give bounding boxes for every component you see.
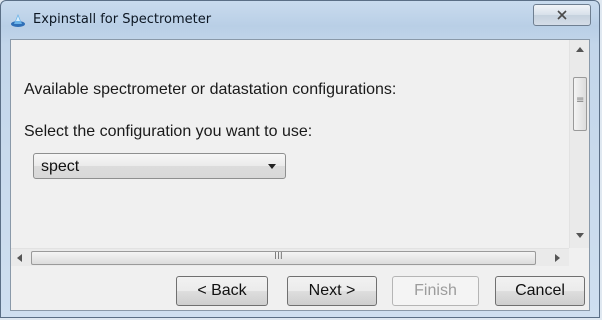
- close-button[interactable]: [533, 4, 591, 26]
- horizontal-scrollbar[interactable]: III: [11, 248, 569, 266]
- back-button[interactable]: < Back: [176, 276, 268, 306]
- window-title: Expinstall for Spectrometer: [33, 12, 212, 27]
- app-icon: [10, 12, 26, 28]
- content-panel: Available spectrometer or datastation co…: [11, 40, 569, 248]
- dialog-body: Available spectrometer or datastation co…: [10, 39, 590, 311]
- finish-button: Finish: [392, 276, 479, 306]
- scrollbar-corner: [569, 248, 589, 266]
- scroll-right-icon[interactable]: [555, 254, 560, 262]
- scroll-left-icon[interactable]: [17, 254, 22, 262]
- scroll-down-icon[interactable]: [576, 233, 584, 238]
- title-bar[interactable]: Expinstall for Spectrometer: [1, 1, 599, 39]
- scroll-up-icon[interactable]: [576, 47, 584, 52]
- vertical-scrollbar[interactable]: ≡: [569, 40, 589, 248]
- select-configuration-label: Select the configuration you want to use…: [24, 123, 313, 140]
- horizontal-grip: III: [274, 251, 283, 262]
- close-icon: [557, 10, 567, 20]
- horizontal-scroll-thumb[interactable]: III: [31, 251, 536, 265]
- cancel-button[interactable]: Cancel: [495, 276, 585, 306]
- vertical-grip: ≡: [576, 95, 585, 106]
- configuration-selected-value: spect: [41, 158, 80, 175]
- dialog-window: Expinstall for Spectrometer Available sp…: [0, 0, 600, 318]
- chevron-down-icon: [268, 164, 276, 169]
- vertical-scroll-thumb[interactable]: ≡: [573, 77, 587, 131]
- available-configurations-label: Available spectrometer or datastation co…: [24, 81, 397, 98]
- configuration-dropdown[interactable]: spect: [33, 153, 286, 179]
- next-button[interactable]: Next >: [287, 276, 377, 306]
